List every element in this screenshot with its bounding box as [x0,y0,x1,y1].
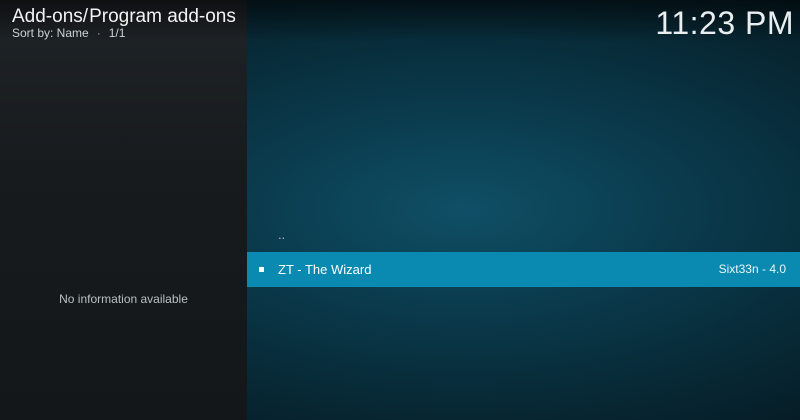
header-bar: Add-ons/Program add-ons Sort by: Name · 1/… [0,0,800,42]
addon-list: .. ZT - The Wizard Sixt33n - 4.0 [247,222,800,287]
breadcrumb-root[interactable]: Add-ons [12,6,83,27]
parent-folder-item[interactable]: .. [247,222,800,252]
breadcrumb-current: Program add-ons [89,6,236,27]
bullet-icon [259,267,264,272]
info-panel: No information available [0,0,247,420]
sort-info: Sort by: Name · 1/1 [12,26,125,40]
kodi-screen: No information available Add-ons/Program… [0,0,800,420]
page-count: 1/1 [108,26,126,40]
parent-folder-label: .. [278,227,286,242]
info-panel-message: No information available [59,292,188,306]
sort-separator: · [96,26,101,40]
addon-name: ZT - The Wizard [278,262,372,277]
list-item[interactable]: ZT - The Wizard Sixt33n - 4.0 [247,252,800,287]
breadcrumb-separator: / [82,6,89,27]
clock: 11:23 PM [655,5,794,41]
sort-label: Sort by: Name [12,26,89,40]
addon-author-version: Sixt33n - 4.0 [718,262,786,276]
